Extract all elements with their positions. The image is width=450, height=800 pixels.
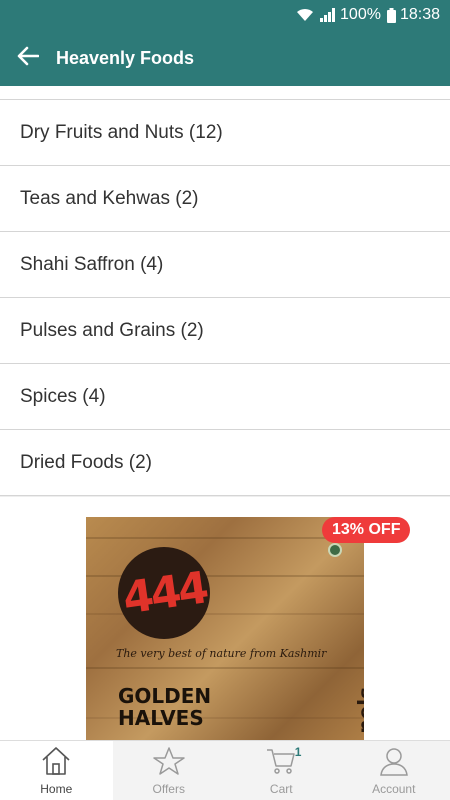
category-item[interactable]: Teas and Kehwas (2)	[0, 166, 450, 232]
arrow-left-icon	[17, 46, 40, 71]
category-list: Dry Fruits and Nuts (12) Teas and Kehwas…	[0, 86, 450, 740]
product-image[interactable]: 444 The very best of nature from Kashmir…	[86, 517, 364, 740]
signal-icon	[320, 8, 336, 22]
app-bar: Heavenly Foods	[0, 30, 450, 86]
nav-account-label: Account	[372, 781, 416, 796]
product-name-line1: GOLDEN	[118, 684, 212, 708]
nav-cart-label: Cart	[269, 781, 293, 796]
category-item[interactable]: Shahi Saffron (4)	[0, 232, 450, 298]
page-title: Heavenly Foods	[56, 47, 195, 68]
discount-badge: 13% OFF	[322, 517, 411, 543]
category-label: Teas and Kehwas (2)	[20, 187, 199, 209]
logo-text: 444	[119, 561, 209, 625]
category-label: Pulses and Grains (2)	[20, 319, 204, 341]
category-item[interactable]: Spices (4)	[0, 364, 450, 430]
nav-home[interactable]: Home	[0, 741, 113, 800]
bottom-nav: Home Offers 1 Cart Account	[0, 740, 450, 800]
star-icon	[153, 746, 185, 782]
home-icon	[40, 746, 72, 782]
battery-percent: 100%	[340, 6, 381, 23]
battery-icon	[386, 7, 396, 23]
product-tagline: The very best of nature from Kashmir	[116, 647, 327, 660]
product-side-text: nels	[354, 687, 364, 734]
nav-offers[interactable]: Offers	[113, 741, 226, 800]
category-item[interactable]: Dry Fruits and Nuts (12)	[0, 100, 450, 166]
category-label: Dry Fruits and Nuts (12)	[20, 121, 223, 143]
cart-icon	[265, 746, 297, 782]
brand-logo: 444	[118, 547, 210, 639]
nav-home-label: Home	[40, 781, 73, 796]
wifi-icon	[296, 8, 314, 22]
clock: 18:38	[399, 6, 440, 23]
category-item[interactable]: Pulses and Grains (2)	[0, 298, 450, 364]
nav-cart[interactable]: 1 Cart	[225, 741, 338, 800]
nav-offers-label: Offers	[152, 781, 185, 796]
cart-count-badge: 1	[294, 745, 302, 759]
nav-account[interactable]: Account	[338, 741, 450, 800]
product-card[interactable]: 444 The very best of nature from Kashmir…	[0, 496, 450, 740]
status-bar: 100% 18:38	[0, 0, 450, 30]
category-label: Dried Foods (2)	[20, 451, 152, 473]
category-item[interactable]: Dried Foods (2)	[0, 430, 450, 496]
list-item-partial[interactable]	[0, 86, 450, 100]
product-name-line2: HALVES	[118, 706, 204, 730]
category-label: Spices (4)	[20, 385, 106, 407]
product-name: GOLDEN HALVES	[118, 685, 211, 729]
category-label: Shahi Saffron (4)	[20, 253, 164, 275]
seal-icon	[328, 543, 342, 557]
user-icon	[378, 746, 410, 782]
back-button[interactable]	[0, 30, 56, 86]
